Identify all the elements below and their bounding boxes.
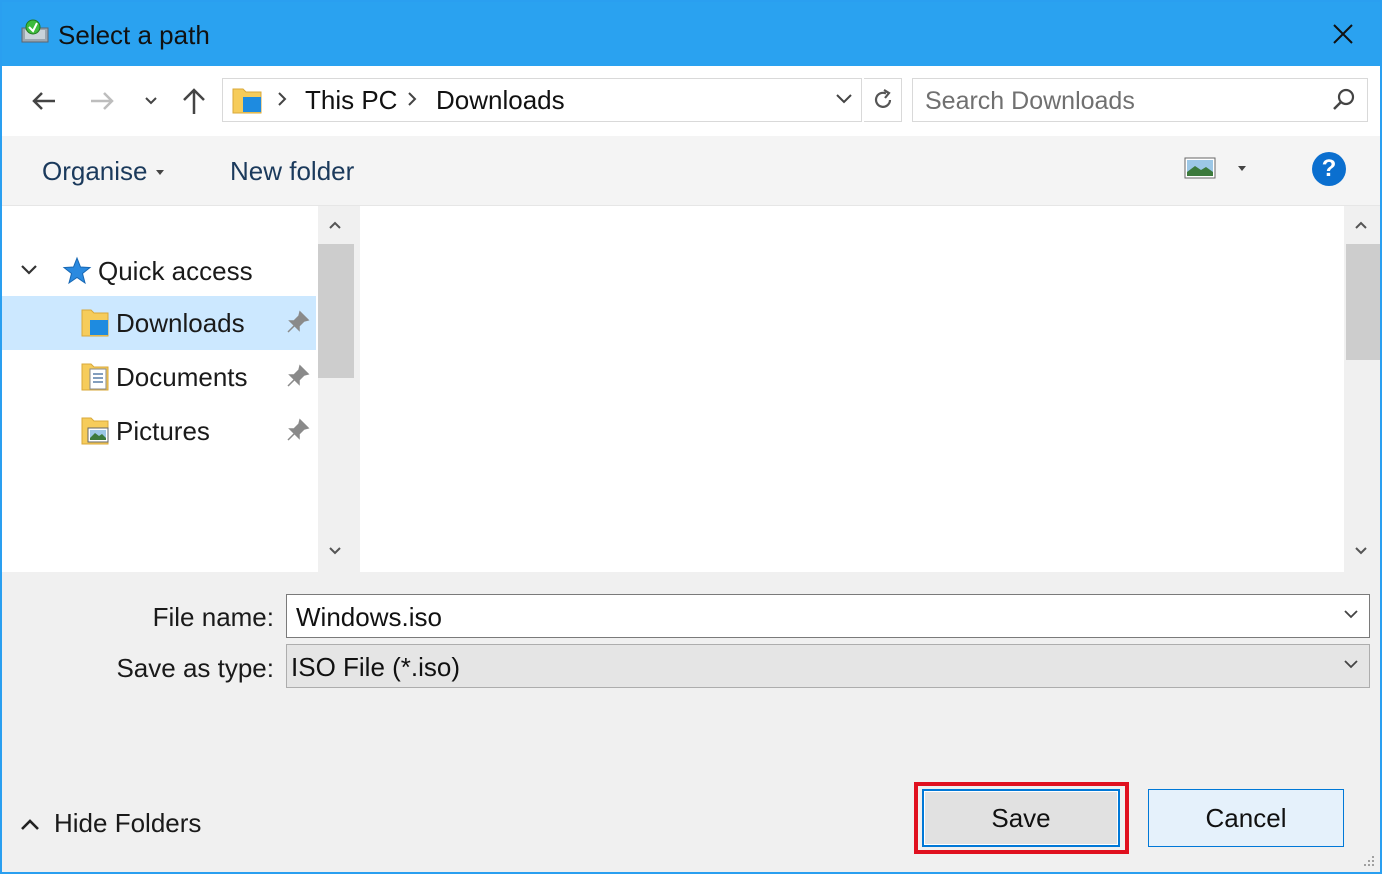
file-list-scrollbar[interactable] [1344,206,1380,572]
scrollbar-thumb[interactable] [1346,244,1380,360]
view-options-caret-icon[interactable] [1238,166,1246,172]
tree-item-label: Pictures [116,416,210,446]
forward-button[interactable] [84,84,120,118]
save-type-select[interactable]: ISO File (*.iso) [286,644,1370,688]
search-icon [1333,88,1355,110]
navigation-pane-scrollbar[interactable] [318,206,354,572]
up-button[interactable] [176,84,212,118]
save-button[interactable]: Save [922,789,1120,847]
tree-item-documents[interactable]: Documents [2,350,316,404]
file-name-value: Windows.iso [296,602,442,632]
hide-folders-label: Hide Folders [54,808,202,838]
arrow-up-icon [183,88,205,114]
breadcrumb-downloads[interactable]: Downloads [436,85,565,116]
save-type-value: ISO File (*.iso) [291,652,461,682]
window-title: Select a path [58,20,210,50]
save-type-label: Save as type: [116,653,274,683]
scroll-up-icon[interactable] [328,220,342,230]
search-placeholder: Search Downloads [925,87,1135,115]
arrow-left-icon [32,92,55,110]
scroll-down-icon[interactable] [1354,546,1368,556]
organise-menu-button[interactable]: Organise [42,156,164,187]
navigation-pane: Quick access Downloads Documents Picture… [2,206,318,572]
back-button[interactable] [26,84,62,118]
chevron-down-icon[interactable] [1343,659,1359,669]
refresh-icon [874,89,891,108]
search-input[interactable]: Search Downloads [912,78,1368,122]
pin-icon[interactable] [286,364,310,388]
address-bar[interactable]: This PC Downloads [222,78,862,122]
tree-item-quick-access[interactable]: Quick access [2,244,316,298]
close-button[interactable] [1306,2,1380,66]
organise-label: Organise [42,156,148,186]
pin-icon[interactable] [286,310,310,334]
tree-item-label: Downloads [116,308,245,338]
new-folder-button[interactable]: New folder [230,156,354,187]
caret-down-icon [155,170,164,176]
documents-folder-icon [81,363,109,391]
chevron-right-icon [408,92,417,106]
close-icon [1333,24,1353,44]
refresh-button[interactable] [864,78,902,122]
tree-item-pictures[interactable]: Pictures [2,404,316,458]
pin-icon[interactable] [286,418,310,442]
chevron-down-icon[interactable] [20,264,38,276]
file-name-input[interactable]: Windows.iso [286,594,1370,638]
scroll-down-icon[interactable] [328,546,342,556]
pictures-folder-icon [81,417,109,445]
help-button[interactable]: ? [1312,152,1346,186]
recent-locations-button[interactable] [140,84,162,118]
address-dropdown-icon[interactable] [835,93,853,105]
file-list-pane[interactable] [360,206,1344,572]
command-bar: Organise New folder ? [2,136,1380,206]
chevron-right-icon [278,92,287,106]
downloads-folder-icon [81,309,109,337]
change-view-button[interactable] [1184,156,1216,187]
chevron-up-icon [21,818,39,830]
scroll-up-icon[interactable] [1354,220,1368,230]
save-dialog: Select a path This PC Downloads Search D… [0,0,1382,874]
chevron-down-icon[interactable] [1343,609,1359,619]
app-icon [20,18,50,46]
downloads-folder-icon [231,85,263,120]
tree-item-downloads[interactable]: Downloads [2,296,316,350]
chevron-down-icon [145,97,157,105]
title-bar: Select a path [2,2,1380,66]
arrow-right-icon [91,92,114,110]
tree-item-label: Documents [116,362,248,392]
resize-grip-icon[interactable] [1360,852,1376,868]
view-pane-icon [1184,157,1216,179]
navigation-bar: This PC Downloads Search Downloads [2,66,1380,136]
tree-item-label: Quick access [98,256,253,286]
file-name-label: File name: [152,602,274,632]
breadcrumb-this-pc[interactable]: This PC [305,85,397,116]
hide-folders-button[interactable]: Hide Folders [20,808,201,839]
cancel-button[interactable]: Cancel [1148,789,1344,847]
scrollbar-thumb[interactable] [318,244,354,378]
star-icon [62,256,92,285]
